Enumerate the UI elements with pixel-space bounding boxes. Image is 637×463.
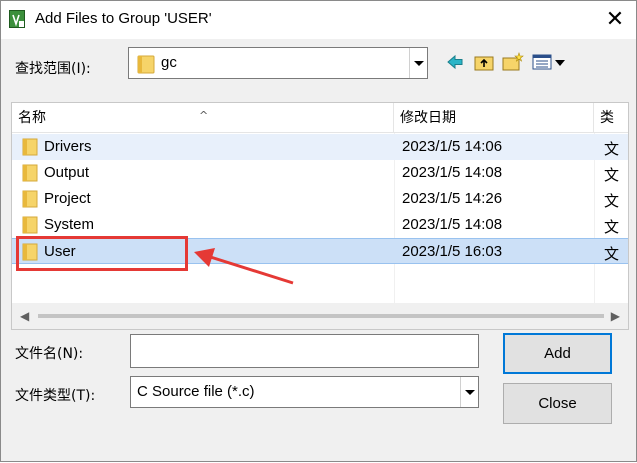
file-name: Output bbox=[44, 164, 90, 181]
new-folder-icon[interactable] bbox=[501, 51, 525, 73]
scroll-left-icon[interactable]: ◀ bbox=[20, 309, 29, 323]
up-folder-icon[interactable] bbox=[473, 51, 495, 73]
file-date: 2023/1/5 16:03 bbox=[402, 243, 503, 260]
filetype-dropdown-button[interactable] bbox=[460, 377, 478, 407]
file-name: Project bbox=[44, 190, 91, 207]
window-title: Add Files to Group 'USER' bbox=[35, 10, 212, 27]
column-header-type[interactable]: 类 bbox=[594, 103, 628, 133]
filename-label: 文件名(N): bbox=[15, 346, 84, 362]
file-name: Drivers bbox=[44, 138, 92, 155]
file-type: 文 bbox=[604, 192, 620, 210]
file-type: 文 bbox=[604, 140, 620, 158]
lookin-label: 查找范围(I): bbox=[15, 61, 91, 77]
lookin-dropdown[interactable]: gc bbox=[128, 47, 428, 79]
close-window-button[interactable]: ✕ bbox=[598, 5, 632, 35]
lookin-dropdown-button[interactable] bbox=[409, 48, 427, 78]
file-name: System bbox=[44, 216, 95, 233]
title-bar: Add Files to Group 'USER' ✕ bbox=[1, 1, 636, 39]
close-button[interactable]: Close bbox=[503, 383, 612, 424]
filename-input[interactable] bbox=[130, 334, 479, 368]
list-item[interactable]: Drivers 2023/1/5 14:06 文 bbox=[12, 134, 628, 160]
folder-icon bbox=[22, 216, 38, 238]
lookin-value: gc bbox=[161, 54, 177, 71]
highlight-annotation-box bbox=[16, 236, 188, 271]
column-header-date[interactable]: 修改日期 bbox=[394, 103, 594, 133]
filetype-value: C Source file (*.c) bbox=[137, 383, 255, 400]
filetype-label: 文件类型(T): bbox=[15, 388, 96, 404]
file-date: 2023/1/5 14:08 bbox=[402, 216, 503, 233]
column-header-name[interactable]: 名称 ^ bbox=[12, 103, 394, 133]
folder-icon bbox=[137, 54, 155, 78]
sort-ascending-icon: ^ bbox=[199, 109, 209, 122]
view-menu-icon[interactable] bbox=[531, 51, 567, 73]
app-icon bbox=[9, 10, 25, 28]
chevron-down-icon bbox=[414, 61, 424, 66]
scrollbar-thumb[interactable] bbox=[38, 314, 604, 318]
file-date: 2023/1/5 14:06 bbox=[402, 138, 503, 155]
file-type: 文 bbox=[604, 218, 620, 236]
file-date: 2023/1/5 14:08 bbox=[402, 164, 503, 181]
list-header: 名称 ^ 修改日期 类 bbox=[12, 103, 628, 133]
file-date: 2023/1/5 14:26 bbox=[402, 190, 503, 207]
list-item[interactable]: System 2023/1/5 14:08 文 bbox=[12, 212, 628, 238]
file-list[interactable]: 名称 ^ 修改日期 类 Drivers 2023/1/5 14:06 文 Out… bbox=[11, 102, 629, 330]
chevron-down-icon bbox=[465, 390, 475, 395]
file-type: 文 bbox=[604, 166, 620, 184]
list-item[interactable]: Output 2023/1/5 14:08 文 bbox=[12, 160, 628, 186]
filetype-dropdown[interactable]: C Source file (*.c) bbox=[130, 376, 479, 408]
add-files-dialog: Add Files to Group 'USER' ✕ 查找范围(I): gc bbox=[0, 0, 637, 462]
back-arrow-icon[interactable] bbox=[445, 51, 465, 73]
scroll-right-icon[interactable]: ▶ bbox=[611, 309, 620, 323]
add-button[interactable]: Add bbox=[503, 333, 612, 374]
folder-icon bbox=[22, 138, 38, 160]
folder-icon bbox=[22, 164, 38, 186]
file-type: 文 bbox=[604, 245, 620, 263]
list-item[interactable]: Project 2023/1/5 14:26 文 bbox=[12, 186, 628, 212]
folder-icon bbox=[22, 190, 38, 212]
horizontal-scrollbar[interactable]: ◀ ▶ bbox=[12, 303, 628, 329]
